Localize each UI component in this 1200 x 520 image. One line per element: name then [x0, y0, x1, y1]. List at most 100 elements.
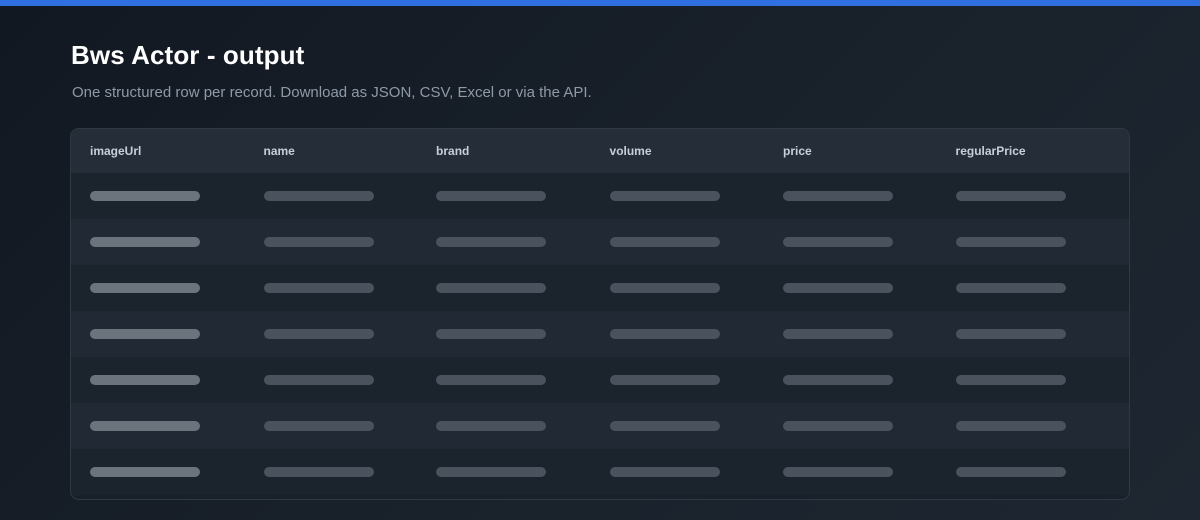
table-cell-price	[783, 375, 956, 385]
loading-placeholder	[609, 329, 720, 339]
loading-placeholder	[90, 467, 200, 477]
table-cell-name	[263, 329, 437, 339]
loading-placeholder	[955, 375, 1066, 385]
table-row[interactable]	[71, 357, 1129, 403]
table-header: imageUrl name brand volume price regular…	[71, 129, 1129, 173]
loading-placeholder	[783, 329, 894, 339]
table-cell-name	[263, 467, 437, 477]
table-cell-volume	[609, 421, 784, 431]
table-cell-imageurl	[90, 421, 264, 431]
table-cell-regularprice	[955, 467, 1129, 477]
table-cell-brand	[436, 375, 610, 385]
table-cell-name	[263, 283, 437, 293]
loading-placeholder	[90, 237, 200, 247]
loading-placeholder	[436, 467, 547, 477]
table-body	[71, 173, 1129, 495]
loading-placeholder	[955, 329, 1066, 339]
table-cell-volume	[609, 283, 784, 293]
table-cell-regularprice	[955, 329, 1129, 339]
loading-placeholder	[90, 283, 200, 293]
table-cell-brand	[436, 283, 610, 293]
loading-placeholder	[263, 283, 374, 293]
table-row[interactable]	[71, 311, 1129, 357]
loading-placeholder	[783, 375, 894, 385]
loading-placeholder	[783, 237, 894, 247]
table-cell-price	[783, 329, 956, 339]
table-cell-price	[783, 283, 956, 293]
page-title: Bws Actor - output	[71, 40, 305, 70]
table-cell-volume	[609, 237, 784, 247]
table-cell-volume	[609, 375, 784, 385]
column-header-imageurl[interactable]: imageUrl	[90, 144, 264, 158]
loading-placeholder	[955, 237, 1066, 247]
table-cell-name	[263, 237, 437, 247]
table-cell-imageurl	[90, 237, 264, 247]
loading-placeholder	[955, 421, 1066, 431]
table-cell-price	[783, 237, 956, 247]
table-cell-volume	[609, 329, 784, 339]
loading-placeholder	[783, 467, 894, 477]
page-subtitle: One structured row per record. Download …	[72, 84, 592, 101]
output-table: imageUrl name brand volume price regular…	[70, 128, 1130, 500]
loading-placeholder	[90, 421, 200, 431]
table-row[interactable]	[71, 449, 1129, 495]
table-cell-brand	[436, 237, 610, 247]
top-accent-bar	[0, 0, 1200, 6]
table-row[interactable]	[71, 265, 1129, 311]
table-cell-name	[263, 375, 437, 385]
loading-placeholder	[783, 191, 894, 201]
table-cell-brand	[436, 421, 610, 431]
column-header-volume[interactable]: volume	[610, 144, 784, 158]
table-cell-price	[783, 467, 956, 477]
loading-placeholder	[436, 329, 547, 339]
table-cell-volume	[609, 467, 784, 477]
loading-placeholder	[436, 375, 547, 385]
loading-placeholder	[609, 467, 720, 477]
loading-placeholder	[263, 467, 374, 477]
loading-placeholder	[609, 237, 720, 247]
column-header-regularprice[interactable]: regularPrice	[956, 144, 1129, 158]
loading-placeholder	[263, 375, 374, 385]
table-cell-imageurl	[90, 467, 264, 477]
loading-placeholder	[436, 283, 547, 293]
column-header-brand[interactable]: brand	[436, 144, 610, 158]
table-cell-name	[263, 191, 437, 201]
column-header-price[interactable]: price	[783, 144, 956, 158]
table-cell-regularprice	[955, 237, 1129, 247]
table-row[interactable]	[71, 403, 1129, 449]
loading-placeholder	[609, 375, 720, 385]
loading-placeholder	[263, 191, 374, 201]
loading-placeholder	[783, 283, 894, 293]
table-cell-regularprice	[955, 191, 1129, 201]
loading-placeholder	[609, 191, 720, 201]
table-cell-imageurl	[90, 329, 264, 339]
table-cell-regularprice	[955, 283, 1129, 293]
table-cell-regularprice	[955, 421, 1129, 431]
table-cell-imageurl	[90, 283, 264, 293]
loading-placeholder	[263, 329, 374, 339]
loading-placeholder	[955, 283, 1066, 293]
loading-placeholder	[90, 191, 200, 201]
loading-placeholder	[609, 421, 720, 431]
table-cell-brand	[436, 191, 610, 201]
table-row[interactable]	[71, 173, 1129, 219]
loading-placeholder	[263, 237, 374, 247]
table-cell-imageurl	[90, 191, 264, 201]
loading-placeholder	[955, 191, 1066, 201]
loading-placeholder	[436, 191, 547, 201]
loading-placeholder	[436, 421, 547, 431]
loading-placeholder	[955, 467, 1066, 477]
table-cell-regularprice	[955, 375, 1129, 385]
table-cell-name	[263, 421, 437, 431]
column-header-name[interactable]: name	[264, 144, 437, 158]
table-cell-price	[783, 421, 956, 431]
loading-placeholder	[263, 421, 374, 431]
table-cell-brand	[436, 467, 610, 477]
table-cell-volume	[609, 191, 784, 201]
loading-placeholder	[90, 329, 200, 339]
loading-placeholder	[783, 421, 894, 431]
loading-placeholder	[90, 375, 200, 385]
table-cell-brand	[436, 329, 610, 339]
table-row[interactable]	[71, 219, 1129, 265]
table-cell-imageurl	[90, 375, 264, 385]
